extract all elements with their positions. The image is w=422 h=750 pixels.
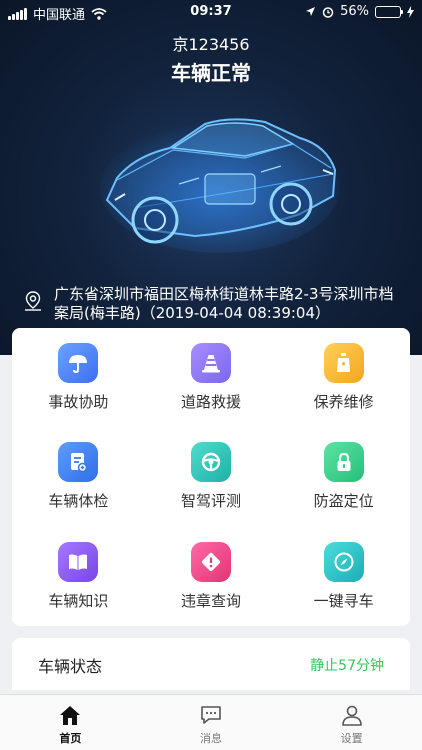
service-label: 违章查询: [180, 591, 241, 610]
warning-icon: [190, 541, 231, 582]
vehicle-state-card[interactable]: 车辆状态 静止57分钟: [12, 638, 410, 690]
services-grid: 事故协助 道路救援 保养维修 车辆体检 智驾评测 防盗定位 车辆知识 违章查询 …: [12, 328, 410, 626]
location-address: 广东省深圳市福田区梅林街道林丰路2-3号深圳市档案局(梅丰路)（2019-04-…: [54, 285, 394, 322]
service-maintenance[interactable]: 保养维修: [277, 328, 410, 427]
status-right: 56%: [305, 4, 414, 19]
vehicle-location[interactable]: 广东省深圳市福田区梅林街道林丰路2-3号深圳市档案局(梅丰路)（2019-04-…: [22, 285, 402, 323]
hero-panel: 中国联通 09:37 56% 京123456 车辆正常 广东省深圳市福田区梅林街…: [0, 0, 422, 355]
lock-icon: [323, 442, 364, 483]
service-driving-eval[interactable]: 智驾评测: [145, 427, 278, 526]
car-xray-image: [95, 108, 345, 258]
vehicle-state-value: 静止57分钟: [310, 658, 384, 674]
status-bar: 中国联通 09:37 56%: [0, 0, 422, 24]
service-label: 车辆知识: [48, 591, 109, 610]
charging-icon: [407, 5, 414, 18]
message-icon: [201, 706, 221, 724]
tab-label: 设置: [340, 732, 363, 745]
location-pin-icon: [25, 291, 41, 311]
compass-icon: [323, 541, 364, 582]
vehicle-state-title: 车辆状态: [38, 657, 103, 676]
tab-home[interactable]: 首页: [0, 695, 141, 750]
service-label: 一键寻车: [313, 591, 374, 610]
service-label: 事故协助: [48, 393, 109, 412]
service-violation-query[interactable]: 违章查询: [145, 527, 278, 626]
service-label: 保养维修: [313, 393, 374, 412]
tab-label: 首页: [59, 732, 82, 745]
bottom-tab-bar: 首页 消息 设置: [0, 694, 422, 750]
license-plate: 京123456: [172, 35, 250, 54]
oil-bottle-icon: [323, 343, 364, 384]
tab-messages[interactable]: 消息: [141, 695, 282, 750]
home-icon: [60, 706, 81, 725]
steering-wheel-icon: [190, 442, 231, 483]
service-find-car[interactable]: 一键寻车: [277, 527, 410, 626]
battery-percent: 56%: [340, 4, 369, 19]
service-label: 防盗定位: [313, 492, 374, 511]
service-antitheft-location[interactable]: 防盗定位: [277, 427, 410, 526]
location-arrow-icon: [306, 7, 316, 16]
user-icon: [341, 705, 362, 726]
vehicle-status-heading: 车辆正常: [171, 61, 251, 85]
book-icon: [58, 541, 99, 582]
service-vehicle-checkup[interactable]: 车辆体检: [12, 427, 145, 526]
report-icon: [58, 442, 99, 483]
battery-icon: [375, 5, 403, 18]
service-car-knowledge[interactable]: 车辆知识: [12, 527, 145, 626]
umbrella-icon: [58, 343, 99, 384]
service-label: 道路救援: [180, 393, 241, 412]
traffic-cone-icon: [190, 343, 231, 384]
service-label: 车辆体检: [48, 492, 109, 511]
service-accident-assist[interactable]: 事故协助: [12, 328, 145, 427]
service-road-rescue[interactable]: 道路救援: [145, 328, 278, 427]
tab-settings[interactable]: 设置: [281, 695, 422, 750]
tab-label: 消息: [199, 732, 222, 745]
service-label: 智驾评测: [180, 492, 241, 511]
alarm-icon: [322, 6, 334, 18]
